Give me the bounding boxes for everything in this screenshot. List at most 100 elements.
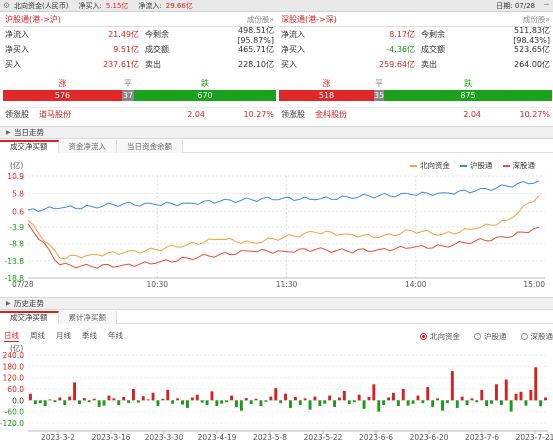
tab-cumulative[interactable]: 累计净买额 (58, 311, 117, 324)
bar (524, 400, 528, 406)
bar (210, 391, 214, 401)
bar (176, 398, 180, 401)
intraday-chart: (亿)10.95.80.6-3.9-8.8-13.8-18.807/28 10:3… (5, 160, 546, 289)
bar (166, 389, 170, 401)
bar (333, 400, 336, 407)
radio-sz[interactable]: 深股通 (520, 331, 553, 342)
sz-up-count: 518 (279, 90, 374, 101)
sz-down-count: 875 (384, 90, 552, 101)
tab-net-buy-history[interactable]: 成交净买额 (0, 311, 59, 324)
bar (48, 399, 52, 401)
radio-label: 沪股通 (484, 332, 507, 341)
radio-label: 北向资金 (430, 332, 460, 341)
sh-inflow-value: 21.49亿 (108, 30, 139, 39)
bar (328, 395, 332, 401)
collapse-icon[interactable]: ▶ (6, 300, 14, 307)
bar (313, 396, 317, 401)
sh-leading-stock[interactable]: 领涨股 道马股份 2.04 10.27% (3, 107, 276, 121)
sh-inflow-label: 净流入 (5, 30, 29, 39)
y-tick-label: -3.9 (9, 223, 24, 232)
top-bar: ⚙ 北向资金(人民币) 净买入: 5.15亿 净流入: 29.66亿 日期: 0… (0, 0, 553, 12)
bar (377, 400, 381, 412)
x-tick-label: 2023-3-30 (145, 433, 184, 442)
bar (465, 400, 469, 405)
period-day[interactable]: 日线 (4, 330, 19, 342)
bar (362, 400, 366, 409)
x-tick-label: 2023-3-2 (41, 433, 75, 442)
sz-lead-price: 2.04 (463, 110, 481, 119)
net-inflow-value: 29.66亿 (165, 1, 193, 10)
sh-remaining-value: 498.51亿 [95.87%] (237, 25, 274, 45)
bar (112, 398, 116, 401)
sh-lead-stock-name[interactable]: 道马股份 (39, 109, 135, 120)
bar (146, 399, 150, 401)
sz-constituents-link[interactable]: 成份股» (523, 14, 550, 25)
intraday-section-header[interactable]: ▶ 当日走势 (0, 126, 553, 139)
sh-up-label: 涨 (58, 79, 67, 88)
radio-sh[interactable]: 沪股通 (474, 331, 507, 342)
tab-net-buy[interactable]: 成交净买额 (0, 140, 59, 153)
bar (499, 400, 503, 405)
sh-lead-pct: 10.27% (243, 110, 274, 119)
sh-flat-label: 平 (124, 79, 132, 88)
sh-flat-count: 37 (122, 90, 134, 101)
bar (529, 389, 533, 401)
x-tick-label: 2023-7-6 (465, 433, 499, 442)
bar (406, 400, 410, 406)
sz-panel-title: 深股通(港->深) (281, 15, 337, 24)
x-tick-label: 2023-4-19 (198, 433, 237, 442)
bar (441, 400, 444, 411)
minimize-icon[interactable]: ─ (544, 0, 549, 9)
history-section-title: 历史走势 (14, 299, 44, 308)
bar (534, 367, 538, 401)
sh-updown-header: 涨 平 跌 (3, 77, 276, 90)
sz-lead-pct: 10.27% (519, 110, 550, 119)
bar (259, 400, 263, 406)
tab-net-inflow[interactable]: 资金净流入 (58, 140, 117, 153)
radio-dot (520, 333, 528, 340)
history-chart: (亿)240.0180.0120.060.00.0-60.0-120.02023… (0, 343, 553, 442)
y-tick-label: 5.8 (12, 190, 24, 199)
x-tick-label: 15:00 (523, 280, 545, 289)
sh-turnover-value: 465.71亿 (238, 45, 274, 54)
sz-inflow-label: 净流入 (281, 30, 305, 39)
tab-balance[interactable]: 当日资金余额 (117, 140, 183, 153)
bar (122, 396, 126, 401)
bar (352, 400, 356, 403)
sz-turnover-label: 成交额 (421, 45, 445, 54)
bar (485, 400, 489, 406)
bar (392, 392, 395, 401)
period-year[interactable]: 年线 (108, 330, 123, 342)
bar (539, 400, 543, 407)
sz-leading-stock[interactable]: 领涨股 金科股份 2.04 10.27% (279, 107, 552, 121)
sh-panel-title: 沪股通(港->沪) (5, 15, 61, 24)
sz-lead-stock-name[interactable]: 金科股份 (315, 109, 411, 120)
bar (495, 384, 498, 401)
bar (205, 400, 209, 405)
collapse-icon[interactable]: ▶ (6, 129, 14, 136)
bar (446, 400, 449, 404)
period-week[interactable]: 周线 (30, 330, 45, 342)
bar (43, 400, 47, 406)
period-month[interactable]: 月线 (56, 330, 71, 342)
sz-turnover-value: 523.65亿 (514, 45, 550, 54)
bar (220, 400, 224, 404)
x-tick-label: 11:30 (276, 280, 298, 289)
bar (455, 400, 459, 408)
radio-northbound[interactable]: 北向资金 (420, 331, 460, 342)
sh-netbuy-value: 9.51亿 (113, 45, 139, 54)
net-buy-label: 净买入: (78, 1, 102, 10)
history-section-header[interactable]: ▶ 历史走势 (0, 297, 553, 310)
bar (387, 397, 390, 401)
sz-buy-value: 259.64亿 (379, 60, 415, 69)
bar (92, 398, 96, 401)
sz-connect-panel: 深股通(港->深) 成份股» 净流入 8.17亿 今剩余 511.83亿 [98… (279, 13, 552, 122)
bar (396, 400, 400, 406)
sh-constituents-link[interactable]: 成份股» (247, 14, 274, 25)
gear-icon[interactable]: ⚙ (2, 1, 11, 10)
bar (504, 379, 508, 401)
sh-remaining-label: 今剩余 (145, 30, 169, 39)
radio-dot (420, 333, 427, 340)
bar (431, 400, 435, 407)
period-quarter[interactable]: 季线 (82, 330, 97, 342)
